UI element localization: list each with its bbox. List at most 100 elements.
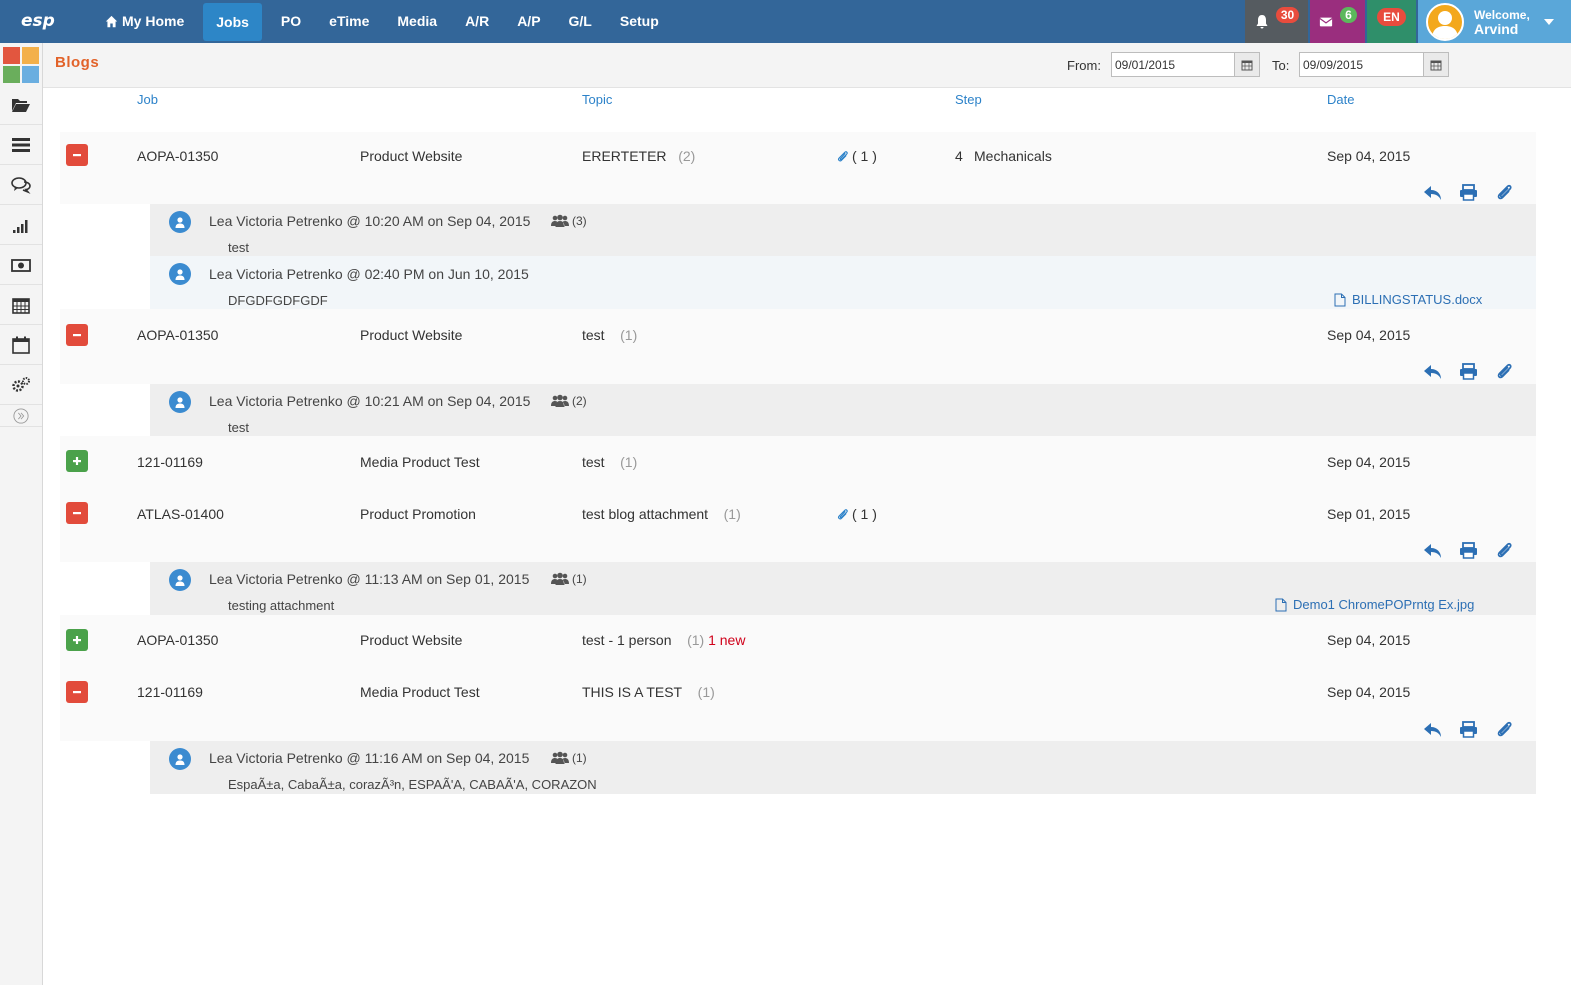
nav-media[interactable]: Media xyxy=(388,0,446,43)
from-date-picker-button[interactable] xyxy=(1234,52,1260,77)
plus-icon xyxy=(73,457,81,465)
sidebar-item-comments[interactable] xyxy=(0,165,42,205)
nav-ar[interactable]: A/R xyxy=(456,0,498,43)
user-icon xyxy=(175,754,185,765)
blog-row: AOPA-01350 Product Website test (1) Sep … xyxy=(60,309,1536,384)
topic-title[interactable]: test - 1 person (1) 1 new xyxy=(582,632,745,648)
topic-title[interactable]: test (1) xyxy=(582,327,637,343)
group-icon xyxy=(551,751,569,764)
nav-jobs[interactable]: Jobs xyxy=(203,2,262,41)
topic-title[interactable]: THIS IS A TEST (1) xyxy=(582,684,715,700)
reply-count: (1) xyxy=(723,506,741,522)
paperclip-icon[interactable] xyxy=(1495,721,1514,738)
attachment-file-link[interactable]: Demo1 ChromePOPrntg Ex.jpg xyxy=(1275,597,1474,612)
from-label: From: xyxy=(1067,58,1101,73)
bell-icon xyxy=(1256,14,1268,28)
minus-icon xyxy=(73,154,81,157)
topic-title[interactable]: ERERTETER (2) xyxy=(582,148,695,164)
reply-count: (2) xyxy=(678,148,696,164)
apps-grid-icon[interactable] xyxy=(3,47,39,83)
messages-button[interactable]: 6 xyxy=(1310,0,1365,43)
nav-ap[interactable]: A/P xyxy=(508,0,549,43)
app-logo[interactable]: esp xyxy=(0,0,72,43)
print-icon[interactable] xyxy=(1459,721,1478,738)
reply-icon[interactable] xyxy=(1423,363,1442,380)
attachment-file-link[interactable]: BILLINGSTATUS.docx xyxy=(1334,292,1482,307)
nav-gl[interactable]: G/L xyxy=(560,0,601,43)
attachment-count[interactable]: ( 1 ) xyxy=(836,148,877,164)
sidebar-item-list[interactable] xyxy=(0,125,42,165)
job-description: Product Website xyxy=(360,148,463,164)
paperclip-icon[interactable] xyxy=(1495,184,1514,201)
paperclip-icon xyxy=(838,151,848,162)
print-icon[interactable] xyxy=(1459,542,1478,559)
collapse-button[interactable] xyxy=(66,324,88,346)
top-navbar: esp My Home Jobs PO eTime Media A/R A/P … xyxy=(0,0,1571,43)
sidebar-item-reports[interactable] xyxy=(0,205,42,245)
envelope-icon xyxy=(1319,17,1333,26)
nav-etime[interactable]: eTime xyxy=(320,0,378,43)
recipients-count[interactable]: (3) xyxy=(551,214,587,228)
to-date-picker-button[interactable] xyxy=(1423,52,1449,77)
from-date-input[interactable] xyxy=(1111,52,1236,77)
reply-icon[interactable] xyxy=(1423,721,1442,738)
reply-icon[interactable] xyxy=(1423,542,1442,559)
collapse-button[interactable] xyxy=(66,144,88,166)
welcome-text: Welcome, Arvind xyxy=(1474,8,1530,36)
recipients-count[interactable]: (2) xyxy=(551,394,587,408)
print-icon[interactable] xyxy=(1459,184,1478,201)
column-header-job[interactable]: Job xyxy=(137,92,158,107)
nav-label: A/R xyxy=(465,13,490,29)
reply-icon[interactable] xyxy=(1423,184,1442,201)
job-number[interactable]: 121-01169 xyxy=(137,454,203,470)
user-icon xyxy=(175,397,185,408)
expand-button[interactable] xyxy=(66,450,88,472)
user-menu[interactable]: Welcome, Arvind xyxy=(1418,0,1571,43)
job-description: Media Product Test xyxy=(360,454,480,470)
list-icon xyxy=(12,137,30,152)
sidebar-item-settings[interactable] xyxy=(0,365,42,405)
group-icon xyxy=(551,572,569,585)
file-icon xyxy=(1275,598,1287,611)
topic-text: THIS IS A TEST xyxy=(582,684,683,700)
job-number[interactable]: AOPA-01350 xyxy=(137,148,218,164)
paperclip-icon[interactable] xyxy=(1495,363,1514,380)
job-number[interactable]: 121-01169 xyxy=(137,684,203,700)
collapse-button[interactable] xyxy=(66,681,88,703)
reply-count: (1) xyxy=(697,684,715,700)
sidebar-item-schedule[interactable] xyxy=(0,285,42,325)
sidebar-expand-button[interactable] xyxy=(0,405,42,427)
nav-po[interactable]: PO xyxy=(272,0,310,43)
recipients-count[interactable]: (1) xyxy=(551,572,587,586)
language-selector[interactable]: EN xyxy=(1367,0,1416,43)
topic-title[interactable]: test blog attachment (1) xyxy=(582,506,741,522)
blog-row: 121-01169 Media Product Test test (1) Se… xyxy=(60,436,1536,488)
nav-my-home[interactable]: My Home xyxy=(96,0,193,43)
topic-title[interactable]: test (1) xyxy=(582,454,637,470)
print-icon[interactable] xyxy=(1459,363,1478,380)
attachment-count[interactable]: ( 1 ) xyxy=(836,506,877,522)
left-sidebar xyxy=(0,43,43,985)
expand-button[interactable] xyxy=(66,629,88,651)
sidebar-item-calendar[interactable] xyxy=(0,325,42,365)
user-avatar xyxy=(169,391,191,413)
paperclip-icon[interactable] xyxy=(1495,542,1514,559)
collapse-button[interactable] xyxy=(66,502,88,524)
recipients-count[interactable]: (1) xyxy=(551,751,587,765)
job-number[interactable]: ATLAS-01400 xyxy=(137,506,224,522)
nav-label: Setup xyxy=(619,13,659,29)
notifications-button[interactable]: 30 xyxy=(1245,0,1308,43)
calendar-icon xyxy=(1241,60,1253,70)
blog-post: Lea Victoria Petrenko @ 10:20 AM on Sep … xyxy=(150,204,1536,256)
nav-setup[interactable]: Setup xyxy=(611,0,668,43)
nav-label: PO xyxy=(280,13,302,29)
job-number[interactable]: AOPA-01350 xyxy=(137,632,218,648)
job-number[interactable]: AOPA-01350 xyxy=(137,327,218,343)
column-header-date[interactable]: Date xyxy=(1327,92,1354,107)
to-date-input[interactable] xyxy=(1299,52,1424,77)
column-header-step[interactable]: Step xyxy=(955,92,982,107)
column-header-topic[interactable]: Topic xyxy=(582,92,612,107)
sidebar-item-folder[interactable] xyxy=(0,85,42,125)
step-name: Mechanicals xyxy=(974,148,1052,164)
sidebar-item-money[interactable] xyxy=(0,245,42,285)
